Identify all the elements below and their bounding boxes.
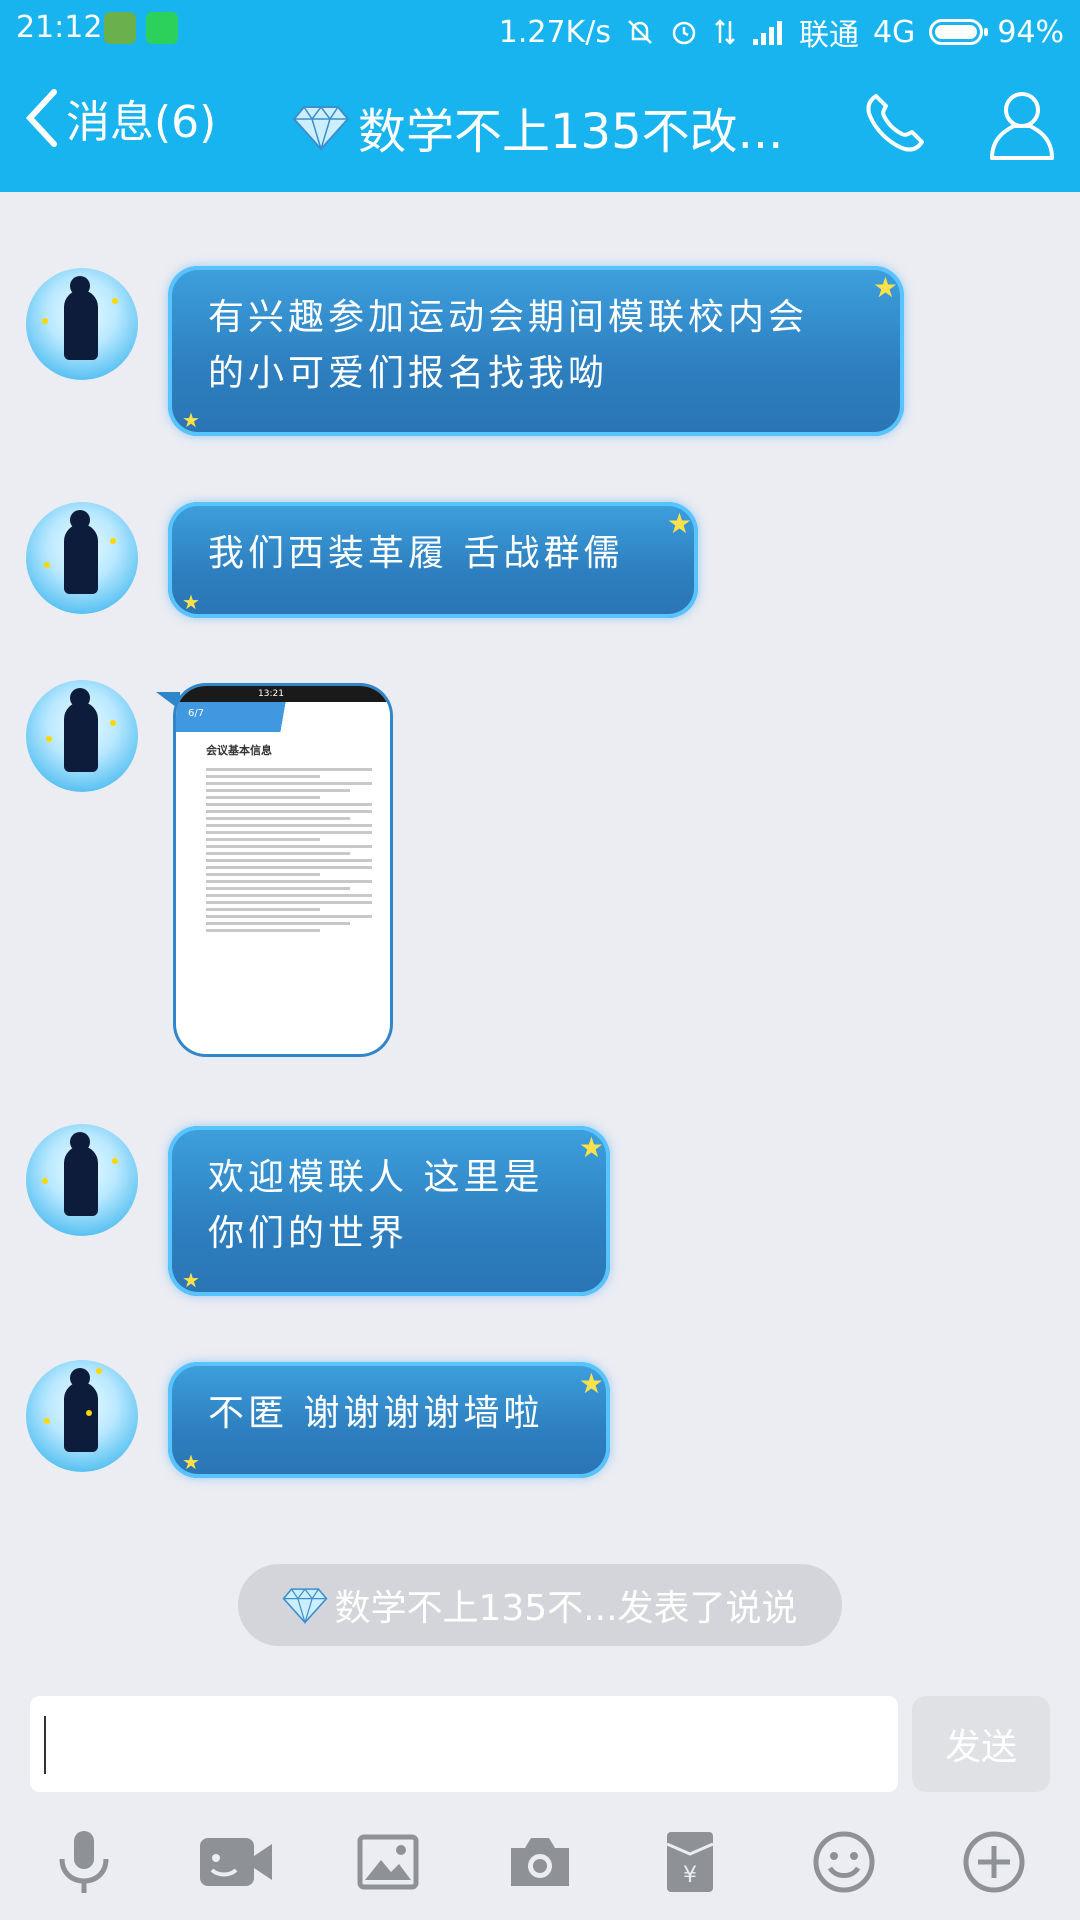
network-speed: 1.27K/s [498,14,611,50]
thumb-text-line [206,810,372,813]
thumb-text-line [206,873,320,876]
chat-header: 消息(6) 数学不上135不改... [0,56,1080,192]
chat-title-text: 数学不上135不改... [358,104,784,160]
thumb-text-line [206,887,350,890]
diamond-icon [283,1588,328,1625]
thumb-text-line [206,901,372,904]
sender-avatar[interactable] [26,502,138,614]
thumb-status-bar: 13:21 [176,686,390,702]
thumb-text-line [206,894,372,897]
image-button[interactable] [348,1822,428,1902]
thumb-text-line [206,838,320,841]
thumb-text-line [206,768,372,771]
thumb-text-line [206,782,372,785]
microphone-button[interactable] [44,1822,124,1902]
video-button[interactable] [196,1822,276,1902]
status-time: 21:12 [16,10,103,45]
thumb-text-line [206,915,372,918]
thumb-text-line [206,880,372,883]
message-input[interactable] [30,1696,898,1792]
thumb-page: 6/7 [188,708,205,719]
chevron-left-icon [25,89,57,147]
sender-avatar[interactable] [26,1124,138,1236]
image-message[interactable]: 13:21 6/7 会议基本信息 [176,686,390,1054]
emoji-icon [813,1831,875,1893]
message-bubble[interactable]: ★ 欢迎模联人 这里是 你们的世界 ★ [168,1126,610,1296]
thumb-text-line [206,859,372,862]
red-packet-button[interactable]: ¥ [650,1822,730,1902]
data-transfer-icon [715,19,735,45]
phone-icon[interactable] [860,88,930,158]
back-label: 消息(6) [66,97,217,148]
more-button[interactable] [954,1822,1034,1902]
thumb-text-line [206,845,372,848]
input-toolbar: ¥ [0,1810,1080,1920]
thumb-text-line [206,803,372,806]
plus-icon [963,1831,1025,1893]
message-bubble[interactable]: ★ 有兴趣参加运动会期间模联校内会 的小可爱们报名找我呦 ★ [168,266,904,436]
send-button[interactable]: 发送 [912,1696,1050,1792]
camera-icon [511,1838,569,1886]
feed-notice[interactable]: 数学不上135不...发表了说说 [238,1564,842,1646]
message-text-line: 不匿 谢谢谢谢墙啦 [208,1393,544,1434]
composer: 发送 [0,1696,1080,1796]
network-type: 4G [872,14,916,50]
thumb-text-line [206,922,350,925]
emoji-button[interactable] [804,1822,884,1902]
microphone-icon [59,1831,109,1893]
thumb-text-line [206,796,320,799]
alarm-icon [672,21,696,45]
message-text-line: 欢迎模联人 这里是 [208,1157,544,1198]
thumb-text-line [206,789,350,792]
video-app-icon [146,12,178,44]
message-text-line: 的小可爱们报名找我呦 [208,353,609,394]
text-caret [44,1716,46,1774]
back-button[interactable]: 消息(6) [24,86,216,150]
status-bar: 21:12 1.27K/s 联通 4G 94% [0,0,1080,56]
image-icon [357,1834,419,1890]
svg-text:¥: ¥ [683,1863,697,1888]
thumb-header: 6/7 [176,702,390,732]
sender-avatar[interactable] [26,1360,138,1472]
bell-mute-icon [628,20,652,44]
red-packet-icon: ¥ [666,1832,714,1892]
sender-avatar[interactable] [26,680,138,792]
carrier: 联通 [798,18,859,53]
diamond-icon [292,105,350,151]
message-bubble[interactable]: ★ 不匿 谢谢谢谢墙啦 ★ [168,1362,610,1478]
battery-icon [929,19,989,45]
chat-area[interactable]: ★ 有兴趣参加运动会期间模联校内会 的小可爱们报名找我呦 ★ ★ 我们西装革履 … [0,192,1080,1682]
thumb-text-line [206,831,372,834]
thumb-time: 13:21 [258,689,284,699]
feed-notice-text: 数学不上135不...发表了说说 [334,1588,798,1629]
chat-title[interactable]: 数学不上135不改... [292,92,783,162]
shield-app-icon [104,12,136,44]
profile-icon[interactable] [984,86,1060,162]
video-icon [200,1838,272,1886]
battery-percent: 94% [997,14,1064,50]
message-text-line: 有兴趣参加运动会期间模联校内会 [208,297,809,338]
thumb-doc-title: 会议基本信息 [206,744,272,757]
message-bubble[interactable]: ★ 我们西装革履 舌战群儒 ★ [168,502,698,618]
sender-avatar[interactable] [26,268,138,380]
thumb-text-line [206,817,350,820]
camera-button[interactable] [500,1822,580,1902]
message-text-line: 我们西装革履 舌战群儒 [208,533,624,574]
thumb-text-line [206,852,350,855]
message-text-line: 你们的世界 [208,1213,409,1254]
signal-icon [752,21,782,45]
thumb-text-line [206,775,320,778]
thumb-text-line [206,929,320,932]
thumb-text-line [206,866,372,869]
thumb-text-line [206,824,372,827]
thumb-text-line [206,908,320,911]
